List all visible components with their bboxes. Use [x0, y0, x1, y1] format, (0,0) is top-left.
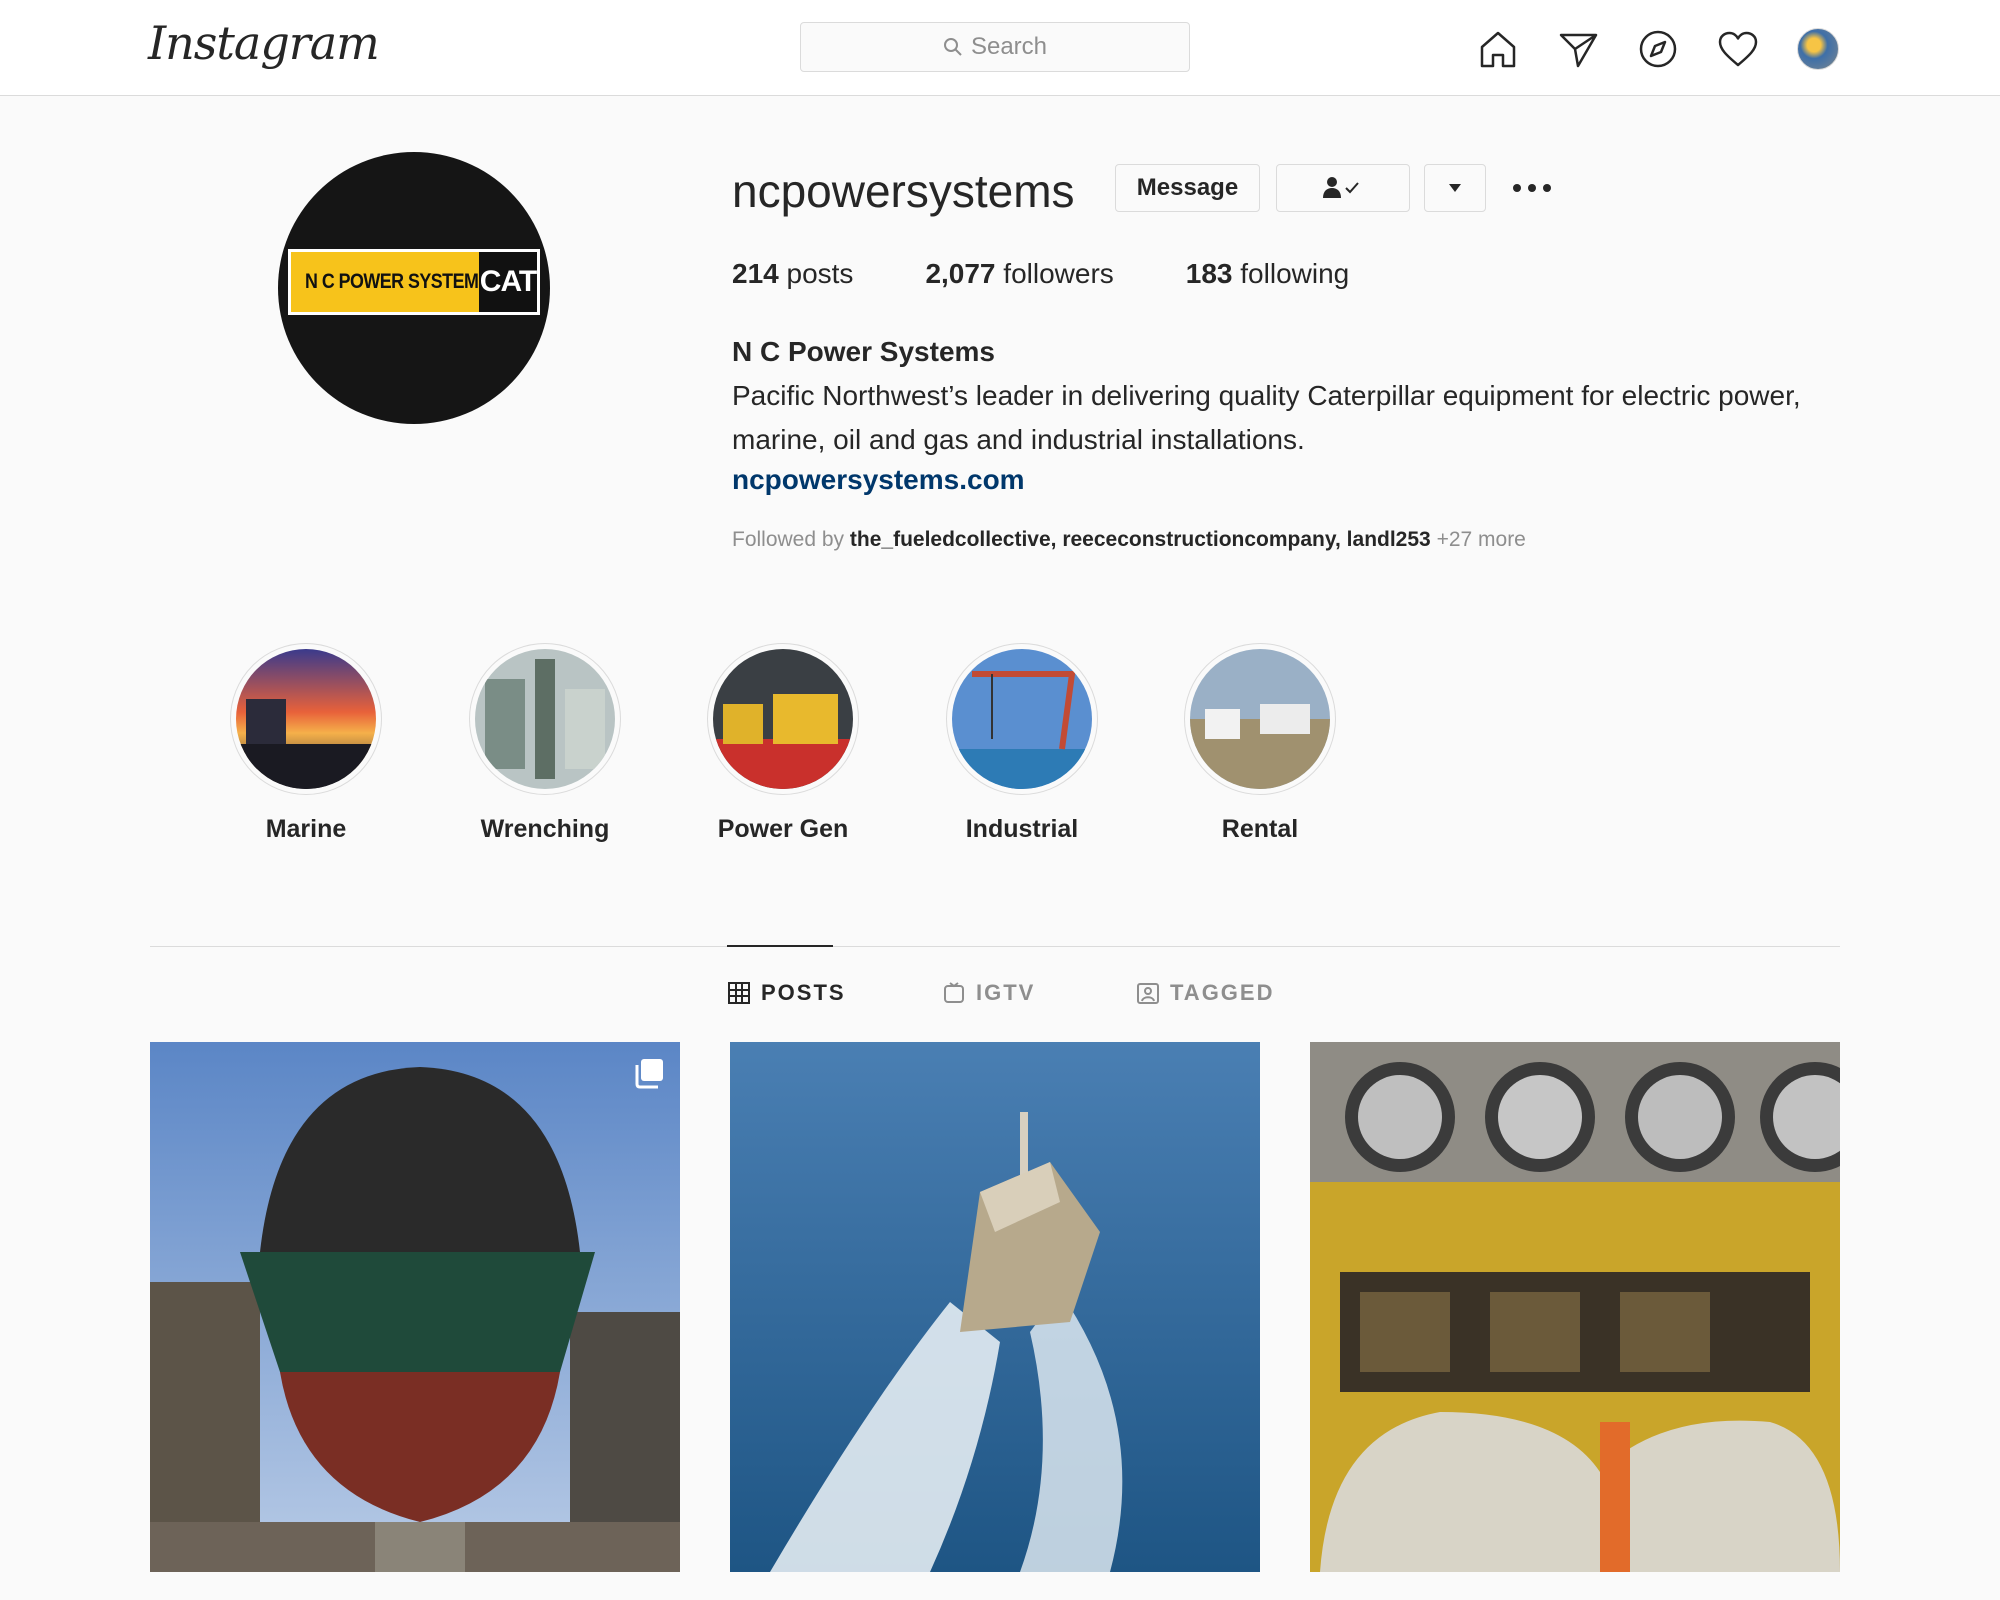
highlight-ring	[469, 643, 621, 795]
highlight-ring	[946, 643, 1098, 795]
search-icon	[943, 38, 962, 56]
explore-icon[interactable]	[1635, 26, 1681, 72]
search-placeholder: Search	[970, 33, 1048, 60]
more-options-button[interactable]	[1510, 170, 1554, 206]
person-check-icon	[1323, 177, 1359, 198]
avatar	[1797, 28, 1839, 70]
highlight-ring	[230, 643, 382, 795]
multiple-images-icon	[635, 1059, 663, 1089]
direct-message-icon[interactable]	[1555, 26, 1601, 72]
highlight-cover-image	[236, 649, 376, 789]
message-button[interactable]: Message	[1115, 164, 1260, 212]
tab-label: IGTV	[976, 980, 1036, 1005]
highlight-label: Power Gen	[717, 815, 849, 843]
highlight-cover-image	[952, 649, 1092, 789]
highlight-label: Rental	[1221, 815, 1299, 843]
suggested-dropdown-button[interactable]	[1424, 164, 1486, 212]
top-navigation-bar: Instagram Search	[0, 0, 2000, 96]
company-logo: N C POWER SYSTEMS CAT	[288, 249, 540, 315]
more-dots-icon	[1513, 184, 1551, 192]
posts-count: 214 posts	[732, 258, 854, 289]
highlight-label: Industrial	[965, 815, 1079, 843]
search-input[interactable]: Search	[800, 22, 1190, 72]
highlight-cover-image	[1190, 649, 1330, 789]
tab-tagged[interactable]: TAGGED	[1136, 980, 1274, 1006]
highlight-cover-image	[713, 649, 853, 789]
post-image	[730, 1042, 1260, 1572]
tagged-person-icon	[1137, 983, 1159, 1004]
story-highlight-rental[interactable]: Rental	[1170, 643, 1350, 844]
followers-count[interactable]: 2,077 followers	[925, 258, 1113, 290]
tab-label: POSTS	[761, 980, 846, 1005]
story-highlight-industrial[interactable]: Industrial	[932, 643, 1112, 844]
profile-stats: 214 posts 2,077 followers 183 following	[732, 258, 1421, 290]
tabs-divider	[150, 946, 1840, 947]
post-image	[1310, 1042, 1840, 1572]
tab-igtv[interactable]: IGTV	[942, 980, 1035, 1006]
profile-username: ncpowersystems	[732, 165, 1075, 217]
highlight-label: Wrenching	[480, 815, 610, 843]
story-highlight-wrenching[interactable]: Wrenching	[455, 643, 635, 844]
instagram-logo[interactable]: Instagram	[148, 16, 380, 70]
highlight-label: Marine	[265, 815, 347, 843]
highlight-cover-image	[475, 649, 615, 789]
caret-down-icon	[1449, 184, 1461, 192]
highlight-ring	[1184, 643, 1336, 795]
profile-picture[interactable]: N C POWER SYSTEMS CAT	[278, 152, 550, 424]
nav-icon-group	[1475, 26, 1841, 72]
following-count[interactable]: 183 following	[1186, 258, 1349, 290]
post-image	[150, 1042, 680, 1572]
activity-heart-icon[interactable]	[1715, 26, 1761, 72]
followed-by-more: +27 more	[1436, 528, 1526, 551]
post-thumbnail-engine-block[interactable]	[1310, 1042, 1840, 1572]
grid-icon	[728, 982, 750, 1004]
cat-logo-mark: CAT	[479, 252, 537, 312]
highlight-ring	[707, 643, 859, 795]
logo-text: N C POWER SYSTEMS	[305, 270, 490, 293]
tab-label: TAGGED	[1170, 980, 1275, 1005]
story-highlight-marine[interactable]: Marine	[216, 643, 396, 844]
followed-by-names: the_fueledcollective, reececonstructionc…	[849, 528, 1431, 551]
home-icon[interactable]	[1475, 26, 1521, 72]
story-highlight-power-gen[interactable]: Power Gen	[693, 643, 873, 844]
post-thumbnail-tugboat[interactable]	[150, 1042, 680, 1572]
profile-website-link[interactable]: ncpowersystems.com	[732, 464, 1025, 496]
profile-full-name: N C Power Systems	[732, 336, 995, 367]
profile-avatar[interactable]	[1795, 26, 1841, 72]
following-button[interactable]	[1276, 164, 1410, 212]
igtv-icon	[944, 982, 964, 1003]
profile-bio: Pacific Northwest’s leader in delivering…	[732, 380, 1801, 455]
followed-by-text[interactable]: Followed by the_fueledcollective, reecec…	[732, 528, 1526, 552]
post-thumbnail-boat[interactable]	[730, 1042, 1260, 1572]
active-tab-indicator	[727, 945, 833, 947]
tab-posts[interactable]: POSTS	[727, 980, 846, 1006]
